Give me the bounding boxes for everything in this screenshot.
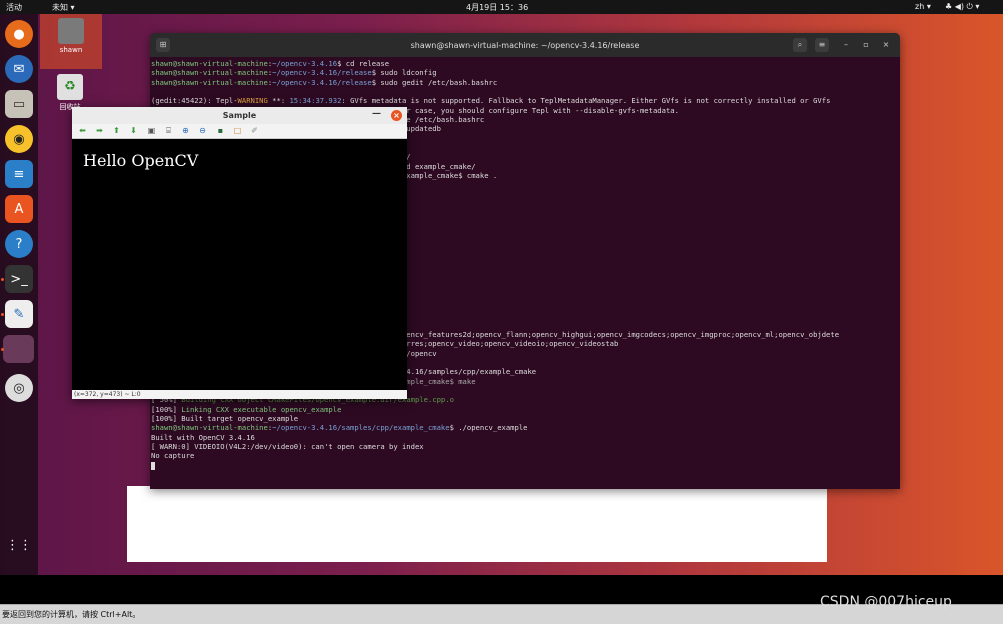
clock[interactable]: 4月19日 15：36 xyxy=(466,2,528,13)
terminal-text-segment: **: xyxy=(267,96,290,106)
close-icon[interactable]: × xyxy=(879,38,893,52)
terminal-text-segment: ~/opencv-3.4.16/samples/cpp/example_cmak… xyxy=(272,423,450,433)
thunderbird-icon[interactable]: ✉ xyxy=(5,55,33,83)
terminal-text-segment: $ ./opencv_example xyxy=(449,423,528,433)
terminal-line: [100%] Built target opencv_example xyxy=(151,414,900,423)
trash-icon: ♻ xyxy=(57,74,83,100)
zoom-original-icon[interactable]: ⌸ xyxy=(163,126,174,136)
terminal-line: Built with OpenCV 3.4.16 xyxy=(151,433,900,442)
app-menu[interactable]: 未知 ▾ xyxy=(52,2,75,13)
terminal-text-segment: shawn@shawn-virtual-machine xyxy=(151,68,268,78)
terminal-text-segment: ~/opencv-3.4.16 xyxy=(272,59,338,68)
save-icon[interactable]: ▪ xyxy=(215,126,226,136)
sample-titlebar[interactable]: Sample — × xyxy=(72,107,407,124)
terminal-text-segment: [100%] xyxy=(151,404,182,414)
terminal-text-segment: $ sudo ldconfig xyxy=(371,68,437,78)
sample-window[interactable]: Sample — × ⬅ ➡ ⬆ ⬇ ▣ ⌸ ⊕ ⊖ ▪ □ ✐ Hello O… xyxy=(72,107,407,399)
running-indicator xyxy=(1,313,4,316)
vm-release-hint: 要返回到您的计算机，请按 Ctrl+Alt。 xyxy=(2,610,141,619)
help-icon[interactable]: ? xyxy=(5,230,33,258)
terminal-text-segment: shawn@shawn-virtual-machine xyxy=(151,59,268,68)
terminal-text-segment: [100%] Built target opencv_example xyxy=(151,414,299,424)
arrow-left-icon[interactable]: ⬅ xyxy=(77,126,88,136)
fit-window-icon[interactable]: ▣ xyxy=(146,126,157,136)
terminal-text-segment: shawn@shawn-virtual-machine xyxy=(151,77,268,87)
terminal-text-segment: 15:34:37.932 xyxy=(289,96,342,106)
sample-toolbar: ⬅ ➡ ⬆ ⬇ ▣ ⌸ ⊕ ⊖ ▪ □ ✐ xyxy=(72,124,407,139)
terminal-text-segment: ~/opencv-3.4.16/release xyxy=(272,68,372,78)
terminal-text-segment: ~/opencv-3.4.16/release xyxy=(272,77,372,87)
terminal-line: shawn@shawn-virtual-machine:~/opencv-3.4… xyxy=(151,68,900,77)
terminal-prompt-line xyxy=(151,461,900,470)
terminal-text-segment: [ WARN:0] VIDEOIO(V4L2:/dev/video0): can… xyxy=(151,442,424,452)
rhythmbox-icon[interactable]: ◉ xyxy=(5,125,33,153)
terminal-text-segment: $ sudo gedit /etc/bash.bashrc xyxy=(371,77,498,87)
zoom-in-icon[interactable]: ⊕ xyxy=(180,126,191,136)
terminal-text-segment: $ cd release xyxy=(337,59,390,68)
terminal-line: No capture xyxy=(151,451,900,460)
arrow-down-icon[interactable]: ⬇ xyxy=(128,126,139,136)
canvas-text: Hello OpenCV xyxy=(83,151,199,170)
desktop-icon-home[interactable]: shawn xyxy=(40,14,102,69)
terminal-line: (gedit:45422): Tepl-WARNING **: 15:34:37… xyxy=(151,96,900,105)
terminal-text-segment: Linking CXX executable opencv_example xyxy=(181,404,342,414)
terminal-line: shawn@shawn-virtual-machine:~/opencv-3.4… xyxy=(151,423,900,432)
desktop-icon-trash[interactable]: ♻ 回收站 xyxy=(40,70,100,112)
system-menu[interactable]: ♣ ◀) ⏻ ▾ xyxy=(945,2,979,12)
pin-icon[interactable]: ✐ xyxy=(249,126,260,136)
maximize-icon[interactable]: ▫ xyxy=(859,38,873,52)
dvd-icon[interactable]: ◎ xyxy=(5,374,33,402)
running-indicator xyxy=(1,278,4,281)
firefox-icon[interactable]: ● xyxy=(5,20,33,48)
terminal-text-segment: Built with OpenCV 3.4.16 xyxy=(151,432,255,442)
terminal-text-segment: WARNING xyxy=(237,96,268,106)
arrow-right-icon[interactable]: ➡ xyxy=(94,126,105,136)
terminal-text-segment: No capture xyxy=(151,451,195,461)
terminal-text-segment: : GVfs metadata is not supported. Fallba… xyxy=(341,96,831,106)
text-cursor xyxy=(151,461,155,470)
arrow-up-icon[interactable]: ⬆ xyxy=(111,126,122,136)
top-bar: 活动 未知 ▾ 4月19日 15：36 zh ▾ ♣ ◀) ⏻ ▾ xyxy=(0,0,1003,14)
watermark: CSDN @007hiceup xyxy=(820,594,952,610)
writer-icon[interactable]: ≡ xyxy=(5,160,33,188)
properties-icon[interactable]: □ xyxy=(232,126,243,136)
background-window xyxy=(127,486,827,562)
show-applications-icon[interactable]: ⋮⋮ xyxy=(5,531,33,559)
menu-icon[interactable]: ≡ xyxy=(815,38,829,52)
terminal-text-segment: (gedit:45422): Tepl- xyxy=(151,96,238,106)
home-folder-icon xyxy=(58,18,84,44)
sample-title: Sample xyxy=(222,111,257,120)
software-center-icon[interactable]: A xyxy=(5,195,33,223)
image-canvas[interactable]: Hello OpenCV xyxy=(72,139,407,390)
new-tab-icon[interactable]: ⊞ xyxy=(156,38,170,52)
status-bar: (x=372, y=473) ~ L:0 xyxy=(72,390,407,399)
zoom-out-icon[interactable]: ⊖ xyxy=(197,126,208,136)
terminal-text-segment: shawn@shawn-virtual-machine xyxy=(151,423,268,433)
dock: ● ✉ ▭ ◉ ≡ A ? >_ ✎ ◎ ⋮⋮ xyxy=(0,14,38,575)
minimize-icon[interactable]: — xyxy=(372,109,381,119)
terminal-titlebar[interactable]: ⊞ shawn@shawn-virtual-machine: ~/opencv-… xyxy=(150,33,900,57)
running-indicator xyxy=(1,348,4,351)
close-icon[interactable]: × xyxy=(391,110,402,121)
terminal-line: [ WARN:0] VIDEOIO(V4L2:/dev/video0): can… xyxy=(151,442,900,451)
files-icon[interactable]: ▭ xyxy=(5,90,33,118)
terminal-line: [100%] Linking CXX executable opencv_exa… xyxy=(151,405,900,414)
terminal-title: shawn@shawn-virtual-machine: ~/opencv-3.… xyxy=(410,40,640,50)
minimize-icon[interactable]: – xyxy=(839,38,853,52)
desktop-icon-label: shawn xyxy=(59,46,83,54)
activities-button[interactable]: 活动 xyxy=(6,2,22,13)
terminal-line: shawn@shawn-virtual-machine:~/opencv-3.4… xyxy=(151,78,900,87)
search-icon[interactable]: ⌕ xyxy=(793,38,807,52)
terminal-line: shawn@shawn-virtual-machine:~/opencv-3.4… xyxy=(151,59,900,68)
input-method-indicator[interactable]: zh ▾ xyxy=(915,2,931,11)
terminal-icon[interactable]: >_ xyxy=(5,265,33,293)
text-editor-icon[interactable]: ✎ xyxy=(5,300,33,328)
opencv-window-icon[interactable] xyxy=(3,335,34,363)
